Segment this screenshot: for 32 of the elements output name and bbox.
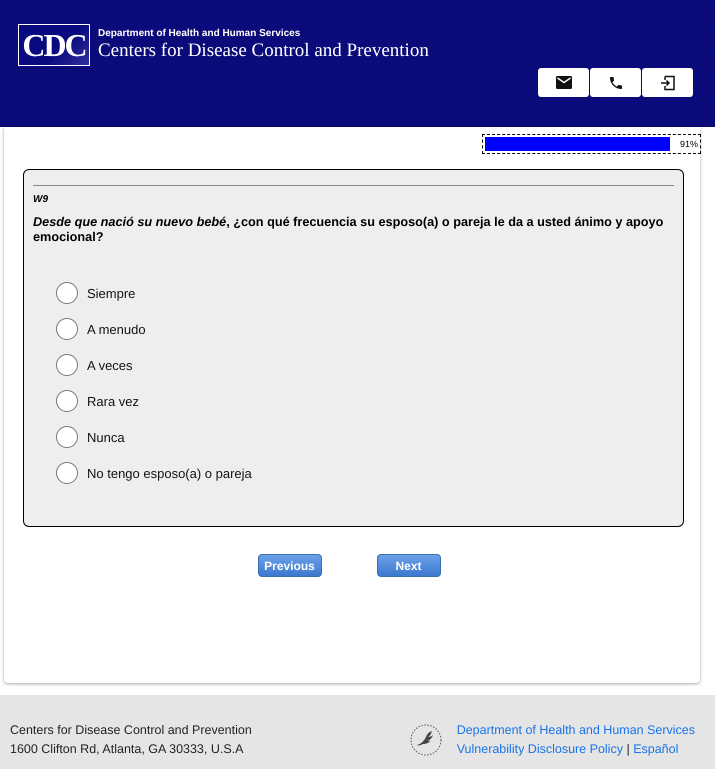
- next-button[interactable]: Next: [376, 554, 440, 577]
- phone-icon: [608, 74, 624, 90]
- radio-button[interactable]: [56, 354, 78, 376]
- logout-button[interactable]: [642, 68, 693, 97]
- email-button[interactable]: [538, 68, 589, 97]
- footer-agency: Centers for Disease Control and Prevention: [10, 722, 252, 739]
- vulnerability-policy-link[interactable]: Vulnerability Disclosure Policy: [456, 742, 623, 756]
- question-code: W9: [33, 194, 49, 205]
- option-label[interactable]: Rara vez: [87, 394, 140, 408]
- option-label[interactable]: Siempre: [87, 286, 136, 300]
- exit-icon: [660, 74, 676, 90]
- phone-button[interactable]: [590, 68, 641, 97]
- progress-percent: 91%: [680, 139, 698, 149]
- option-label[interactable]: No tengo esposo(a) o pareja: [87, 466, 252, 480]
- option-label[interactable]: A veces: [87, 358, 133, 372]
- radio-button[interactable]: [56, 318, 78, 340]
- cdc-logo: CDC: [18, 24, 90, 66]
- footer-address: 1600 Clifton Rd, Atlanta, GA 30333, U.S.A: [10, 741, 244, 758]
- link-separator: |: [626, 742, 630, 756]
- radio-button[interactable]: [56, 390, 78, 412]
- option-label[interactable]: A menudo: [87, 322, 146, 336]
- spanish-link[interactable]: Español: [633, 742, 678, 756]
- department-name: Department of Health and Human Services: [98, 28, 302, 39]
- radio-button[interactable]: [56, 426, 78, 448]
- question-text: Desde que nació su nuevo bebé, ¿con qué frecuencia su esposo(a) o pareja le da a usted ánimo y apoyo emocional?: [33, 215, 664, 245]
- envelope-icon: [556, 76, 572, 89]
- hhs-link[interactable]: Department of Health and Human Services: [456, 723, 695, 737]
- option-label[interactable]: Nunca: [87, 430, 125, 444]
- agency-name: Centers for Disease Control and Prevention: [98, 40, 429, 62]
- radio-button[interactable]: [56, 282, 78, 304]
- previous-button[interactable]: Previous: [258, 554, 322, 577]
- radio-button[interactable]: [56, 462, 78, 484]
